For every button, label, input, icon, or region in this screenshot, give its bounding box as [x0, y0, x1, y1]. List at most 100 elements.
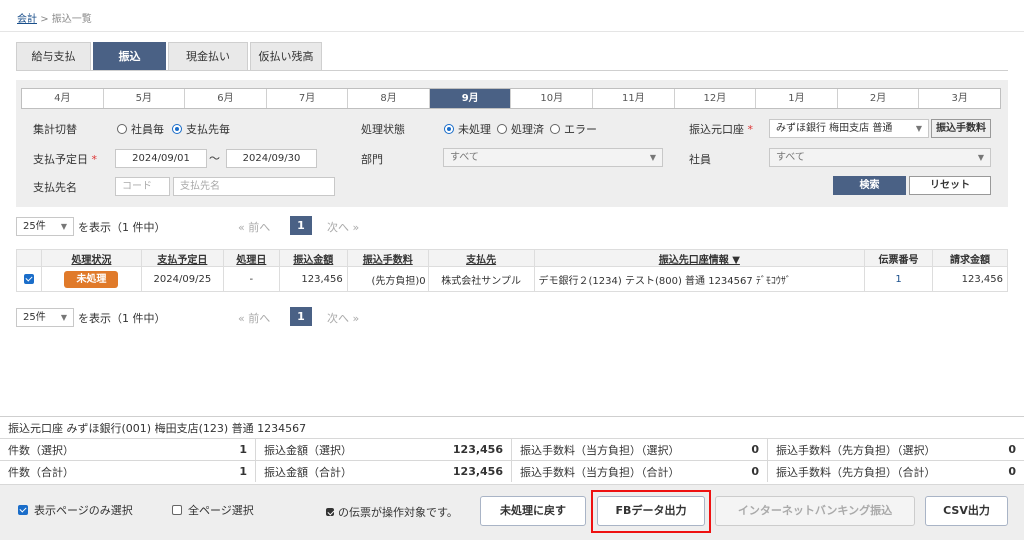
row-scheduled-date: 2024/09/25	[140, 266, 224, 292]
month-jun[interactable]: 6月	[185, 89, 267, 108]
header-invoice-amount: 請求金額	[931, 249, 1009, 267]
select-all-checkbox[interactable]	[172, 505, 182, 515]
breadcrumb-current: 振込一覧	[51, 14, 92, 25]
search-button[interactable]: 検索	[833, 176, 906, 195]
status-badge[interactable]: 未処理	[64, 270, 119, 288]
radio-processed[interactable]: 処理済	[497, 121, 544, 137]
select-page-checkbox[interactable]	[18, 505, 28, 515]
radio-per-payee[interactable]: 支払先毎	[172, 121, 230, 137]
radio-per-payee-circle	[172, 124, 182, 134]
radio-unprocessed-label: 未処理	[458, 123, 491, 136]
tab-salary[interactable]: 給与支払	[16, 42, 91, 70]
source-account-value: みずほ銀行 梅田支店 普通	[776, 123, 893, 134]
radio-per-payee-label: 支払先毎	[186, 123, 230, 136]
header-scheduled-date[interactable]: 支払予定日	[140, 249, 224, 267]
date-label-text: 支払予定日	[33, 153, 88, 166]
month-may[interactable]: 5月	[104, 89, 186, 108]
radio-unprocessed[interactable]: 未処理	[444, 121, 491, 137]
next-link-top[interactable]: 次へ »	[327, 219, 359, 235]
next-link-bottom[interactable]: 次へ »	[327, 310, 359, 326]
internet-banking-button[interactable]: インターネットバンキング振込	[715, 496, 915, 526]
month-nov[interactable]: 11月	[593, 89, 675, 108]
check-icon	[326, 508, 334, 516]
employee-select[interactable]: すべて ▼	[769, 148, 991, 167]
employee-label: 社員	[689, 153, 711, 166]
header-destination-account[interactable]: 振込先口座情報 ▼	[533, 249, 866, 267]
source-account-label: 振込元口座 *	[689, 121, 753, 137]
summary-label: 件数（合計）	[8, 465, 74, 479]
row-checkbox-cell	[16, 266, 42, 292]
fb-data-export-button[interactable]: FBデータ出力	[597, 496, 705, 526]
operation-target-note: の伝票が操作対象です。	[326, 504, 458, 520]
month-sep[interactable]: 9月	[429, 89, 512, 108]
select-all-pages[interactable]: 全ページ選択	[172, 502, 254, 518]
month-mar[interactable]: 3月	[919, 89, 1000, 108]
summary-count-selected: 件数（選択） 1	[0, 439, 256, 460]
radio-per-employee-label: 社員毎	[131, 123, 164, 136]
row-slip-link[interactable]: 1	[864, 266, 933, 292]
select-page-only[interactable]: 表示ページのみ選択	[18, 502, 133, 518]
tab-cash[interactable]: 現金払い	[168, 42, 248, 70]
source-account-select[interactable]: みずほ銀行 梅田支店 普通 ▼	[769, 119, 929, 138]
summary-label: 件数（選択）	[8, 443, 74, 457]
summary-label: 振込金額（合計）	[264, 465, 352, 479]
radio-error-circle	[550, 124, 560, 134]
month-jul[interactable]: 7月	[267, 89, 349, 108]
date-from-input[interactable]: 2024/09/01	[115, 149, 207, 168]
tab-transfer[interactable]: 振込	[93, 42, 166, 70]
payee-name-input[interactable]: 支払先名	[173, 177, 335, 196]
summary-label: 振込手数料（先方負担）（合計）	[776, 465, 936, 479]
summary-value: 1	[239, 443, 247, 456]
main-tabs: 給与支払 振込 現金払い 仮払い残高	[16, 42, 324, 70]
page-1-bottom[interactable]: 1	[290, 307, 312, 326]
chevron-down-icon: ▼	[60, 313, 67, 322]
summary-selected-row: 件数（選択） 1 振込金額（選択） 123,456 振込手数料（当方負担）（選択） 0…	[0, 438, 1024, 460]
chevron-down-icon: ▼	[649, 153, 656, 162]
fee-button[interactable]: 振込手数料	[931, 119, 991, 138]
per-page-select-top[interactable]: 25件 ▼	[16, 217, 74, 236]
row-payee: 株式会社サンプル	[427, 266, 535, 292]
prev-link-top[interactable]: « 前へ	[238, 219, 270, 235]
month-oct[interactable]: 10月	[511, 89, 594, 108]
per-page-value: 25件	[23, 221, 46, 232]
header-payee[interactable]: 支払先	[427, 249, 535, 267]
payee-code-input[interactable]: コード	[115, 177, 170, 196]
page-1-top[interactable]: 1	[290, 216, 312, 235]
row-fee: (先方負担)0	[346, 266, 429, 292]
revert-unprocessed-button[interactable]: 未処理に戻す	[480, 496, 586, 526]
summary-value: 1	[239, 465, 247, 478]
date-to-input[interactable]: 2024/09/30	[226, 149, 317, 168]
prev-link-bottom[interactable]: « 前へ	[238, 310, 270, 326]
summary-fee-payee-selected: 振込手数料（先方負担）（選択） 0	[768, 439, 1024, 460]
month-aug[interactable]: 8月	[348, 89, 430, 108]
row-checkbox[interactable]	[23, 273, 34, 284]
per-page-value: 25件	[23, 312, 46, 323]
table-header-row: 処理状況 支払予定日 処理日 振込金額 振込手数料 支払先 振込先口座情報 ▼ …	[16, 249, 1009, 267]
csv-export-button[interactable]: CSV出力	[925, 496, 1008, 526]
reset-button[interactable]: リセット	[909, 176, 991, 195]
dept-select[interactable]: すべて ▼	[443, 148, 663, 167]
header-processed-date[interactable]: 処理日	[222, 249, 280, 267]
per-page-select-bottom[interactable]: 25件 ▼	[16, 308, 74, 327]
month-apr[interactable]: 4月	[22, 89, 104, 108]
header-status[interactable]: 処理状況	[40, 249, 142, 267]
summary-value: 123,456	[452, 443, 503, 456]
radio-per-employee[interactable]: 社員毎	[117, 121, 164, 137]
row-status-cell: 未処理	[40, 266, 142, 292]
summary-value: 0	[1008, 443, 1016, 456]
display-count-bottom: を表示（1 件中）	[78, 312, 166, 325]
header-amount[interactable]: 振込金額	[278, 249, 348, 267]
month-dec[interactable]: 12月	[675, 89, 757, 108]
summary-label: 振込手数料（当方負担）（選択）	[520, 443, 680, 457]
summary-amount-selected: 振込金額（選択） 123,456	[256, 439, 512, 460]
summary-value: 0	[751, 465, 759, 478]
month-feb[interactable]: 2月	[838, 89, 920, 108]
tab-advance-balance[interactable]: 仮払い残高	[250, 42, 322, 70]
month-jan[interactable]: 1月	[756, 89, 838, 108]
breadcrumb-root-link[interactable]: 会計	[17, 14, 37, 25]
radio-error[interactable]: エラー	[550, 121, 597, 137]
status-radio-group: 未処理 処理済 エラー	[444, 121, 605, 137]
dept-value: すべて	[450, 152, 479, 163]
header-fee[interactable]: 振込手数料	[346, 249, 429, 267]
summary-count-total: 件数（合計） 1	[0, 461, 256, 482]
